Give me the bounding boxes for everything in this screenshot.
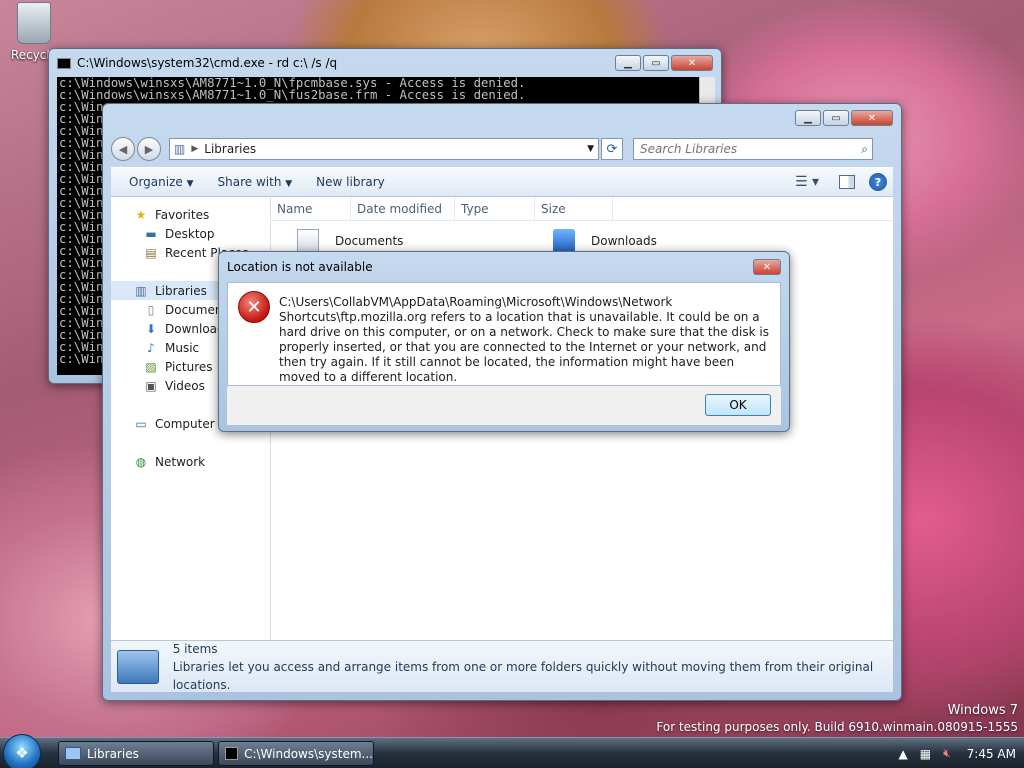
preview-pane-icon[interactable]: [839, 175, 855, 189]
library-description: Libraries let you access and arrange ite…: [172, 659, 874, 692]
library-icon: [65, 747, 81, 760]
taskbar-libraries[interactable]: Libraries: [58, 741, 214, 766]
computer-icon: ▭: [135, 416, 147, 431]
share-with-button[interactable]: Share with ▼: [206, 175, 305, 189]
desktop-icon: ▬: [145, 226, 157, 241]
minimize-button[interactable]: ▁: [795, 110, 821, 126]
details-pane: 5 items Libraries let you access and arr…: [111, 640, 893, 692]
recycle-bin-icon: [17, 2, 51, 44]
close-button[interactable]: ✕: [851, 110, 893, 126]
item-count: 5 items: [172, 641, 218, 656]
documents-icon: ▯: [147, 302, 155, 317]
taskbar-cmd[interactable]: C:\Windows\system...: [218, 741, 374, 766]
dialog-title: Location is not available: [227, 260, 373, 274]
library-icon: ▥: [174, 142, 186, 156]
dialog-close-button[interactable]: ✕: [753, 259, 781, 275]
music-note-icon: ♪: [147, 340, 155, 355]
maximize-button[interactable]: ▭: [823, 110, 849, 126]
cmd-title: C:\Windows\system32\cmd.exe - rd c:\ /s …: [77, 56, 338, 70]
back-button[interactable]: ◀: [111, 137, 135, 161]
search-box[interactable]: ⌕: [633, 138, 873, 160]
address-text: Libraries: [204, 142, 257, 156]
column-date-modified[interactable]: Date modified: [351, 196, 455, 221]
address-dropdown-icon[interactable]: ▼: [587, 144, 594, 154]
volume-muted-icon[interactable]: 🔇︎: [943, 746, 951, 761]
new-library-button[interactable]: New library: [304, 175, 397, 189]
cmd-app-icon: [225, 747, 239, 760]
documents-library-icon: [297, 229, 319, 253]
taskbar: ❖ Libraries C:\Windows\system... ▲ ▦ 🔇︎ …: [0, 734, 1024, 768]
show-hidden-icons-icon[interactable]: ▲: [899, 747, 908, 761]
windows-logo-icon: ❖: [15, 744, 29, 762]
network-tray-icon[interactable]: ▦: [920, 747, 931, 761]
list-item[interactable]: Documents: [297, 229, 403, 253]
start-button[interactable]: ❖: [3, 734, 41, 768]
network-icon: ◍: [135, 454, 147, 469]
views-icon[interactable]: ☰ ▾: [795, 174, 819, 190]
cmd-app-icon: [57, 57, 71, 69]
library-large-icon: [117, 649, 159, 684]
error-message: C:\Users\CollabVM\AppData\Roaming\Micros…: [279, 295, 769, 384]
explorer-title-bar[interactable]: ▁ ▭ ✕: [111, 104, 893, 132]
downloads-library-icon: [553, 229, 575, 253]
system-tray: ▲ ▦ 🔇︎ 7:45 AM: [887, 738, 1016, 768]
ok-button[interactable]: OK: [705, 394, 771, 416]
nav-desktop[interactable]: ▬ Desktop: [111, 224, 270, 243]
organize-button[interactable]: Organize ▼: [117, 175, 206, 189]
console-line: c:\Windows\winsxs\AM8771~1.0_N\fus2base.…: [59, 88, 526, 102]
nav-favorites[interactable]: ★ Favorites: [111, 205, 270, 224]
watermark-os: Windows 7: [947, 703, 1018, 718]
build-watermark: Windows 7 For testing purposes only. Bui…: [656, 703, 1018, 735]
pictures-icon: ▨: [145, 359, 157, 374]
nav-network[interactable]: ◍ Network: [111, 452, 270, 471]
dialog-footer: OK: [227, 386, 781, 425]
watermark-build: For testing purposes only. Build 6910.wi…: [656, 720, 1018, 734]
location-error-dialog[interactable]: Location is not available ✕ ✕ C:\Users\C…: [218, 251, 790, 432]
search-icon[interactable]: ⌕: [861, 142, 868, 157]
download-arrow-icon: ⬇: [145, 321, 157, 336]
star-icon: ★: [135, 207, 147, 222]
error-icon: ✕: [238, 291, 270, 323]
clock[interactable]: 7:45 AM: [967, 747, 1016, 761]
library-icon: ▥: [135, 283, 147, 298]
command-bar: Organize ▼ Share with ▼ New library ☰ ▾ …: [111, 167, 893, 197]
column-type[interactable]: Type: [455, 196, 535, 221]
refresh-button[interactable]: ⟳: [601, 138, 623, 160]
list-item[interactable]: Downloads: [553, 229, 657, 253]
address-bar[interactable]: ▥ ▶ Libraries ▼: [169, 138, 599, 160]
cmd-title-bar[interactable]: C:\Windows\system32\cmd.exe - rd c:\ /s …: [57, 49, 713, 77]
column-size[interactable]: Size: [535, 196, 613, 221]
dialog-body: ✕ C:\Users\CollabVM\AppData\Roaming\Micr…: [227, 282, 781, 386]
help-icon[interactable]: ?: [869, 173, 887, 191]
close-button[interactable]: ✕: [671, 55, 713, 71]
column-name[interactable]: Name: [271, 196, 351, 221]
dialog-title-bar[interactable]: Location is not available ✕: [227, 252, 781, 282]
search-input[interactable]: [638, 141, 862, 157]
videos-icon: ▣: [145, 378, 157, 393]
breadcrumb-chevron-icon: ▶: [191, 144, 199, 154]
recent-places-icon: ▤: [145, 245, 157, 260]
column-headers: Name Date modified Type Size: [271, 196, 893, 221]
maximize-button[interactable]: ▭: [643, 55, 669, 71]
forward-button[interactable]: ▶: [137, 137, 161, 161]
minimize-button[interactable]: ▁: [615, 55, 641, 71]
